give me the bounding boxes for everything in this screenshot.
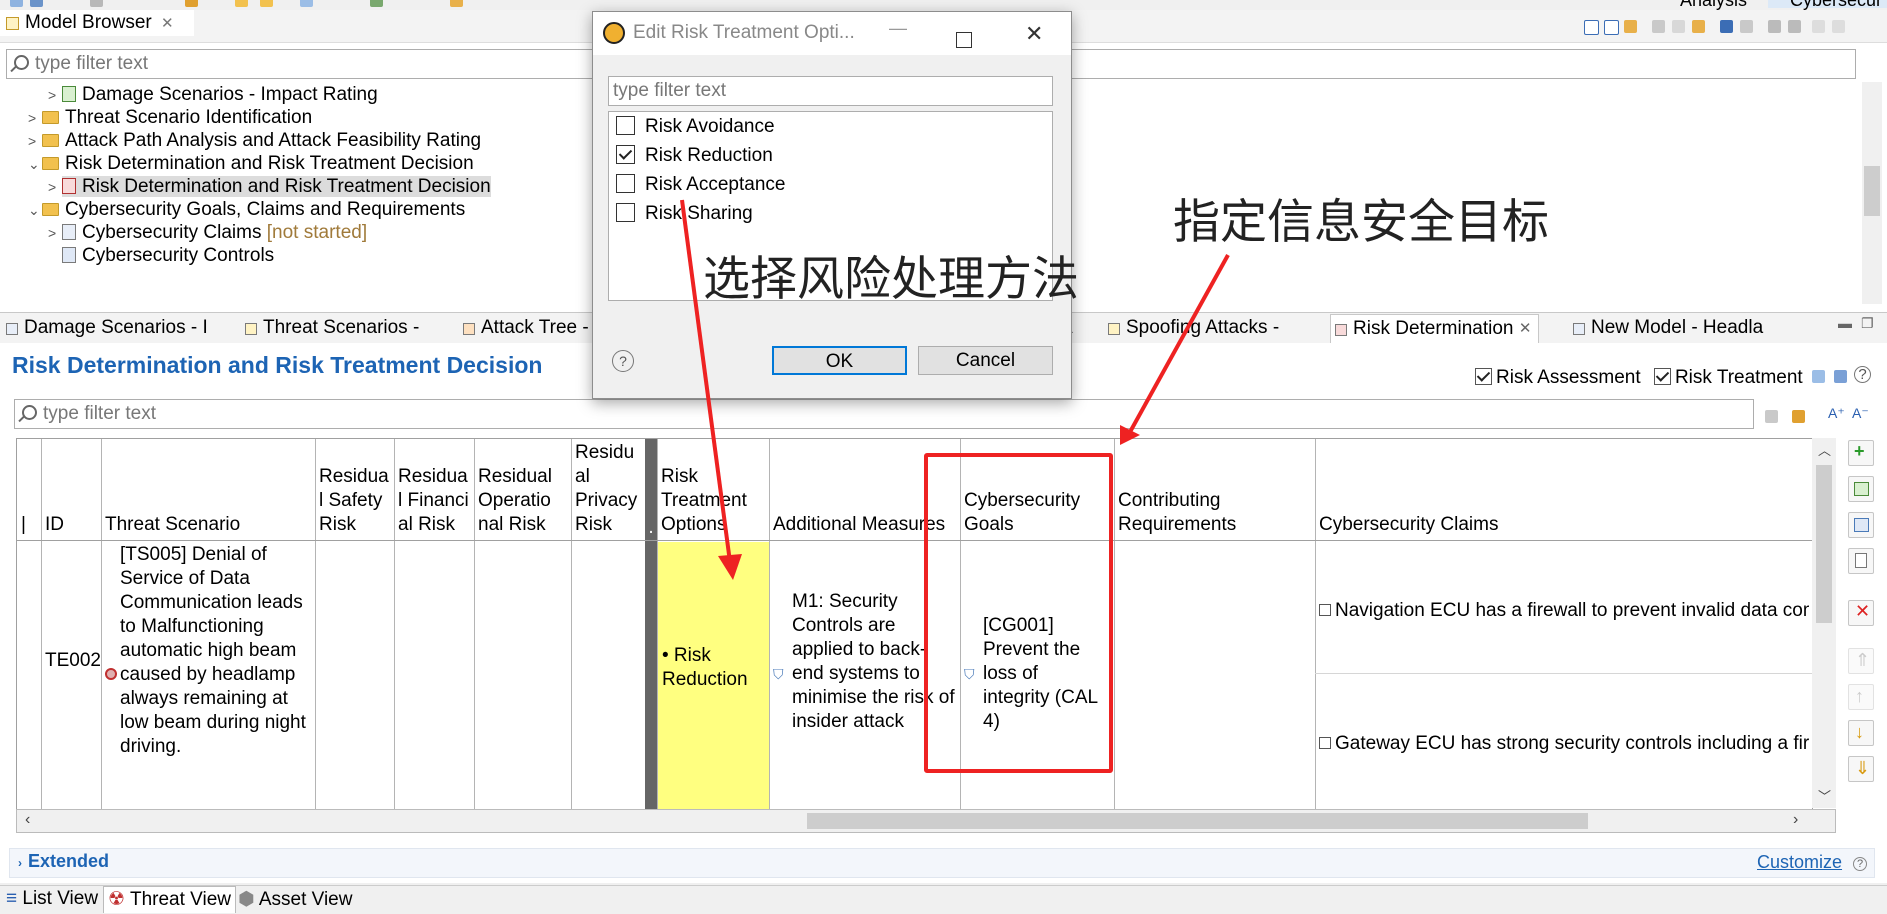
arrow-line-goal — [1128, 254, 1230, 433]
annotation-arrows — [680, 199, 1230, 580]
arrow-head-treatment — [718, 554, 742, 580]
arrow-line-treatment — [680, 199, 732, 563]
